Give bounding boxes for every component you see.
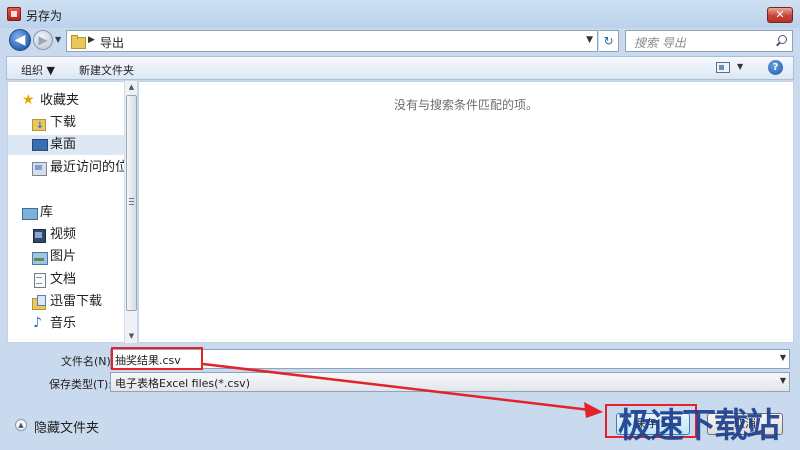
sidebar-item-libraries[interactable]: 库	[22, 203, 132, 223]
navigation-pane: ★ 收藏夹 下载 桌面 最近访问的位置 库 视频 图片 文档 迅雷下载 ♪ 音乐	[7, 81, 137, 343]
folder-icon	[32, 295, 46, 310]
file-list[interactable]: 没有与搜索条件匹配的项。	[138, 81, 794, 343]
filename-label: 文件名(N):	[61, 355, 115, 368]
sidebar-item-desktop[interactable]: 桌面	[8, 135, 126, 155]
collapse-icon[interactable]: ▲	[15, 419, 27, 431]
sidebar-item-downloads[interactable]: 下载	[30, 113, 132, 136]
sidebar-item-label: 视频	[50, 227, 77, 242]
sidebar-item-music[interactable]: ♪ 音乐	[30, 314, 132, 334]
filetype-dropdown-icon[interactable]: ▼	[780, 376, 786, 385]
hide-folders-button[interactable]: 隐藏文件夹	[34, 417, 99, 436]
organize-menu-button[interactable]: 组织 ▼	[21, 62, 55, 78]
filename-highlight-box	[111, 347, 203, 370]
sidebar-item-label: 迅雷下载	[50, 294, 103, 309]
sidebar-item-favorites[interactable]: ★ 收藏夹	[22, 91, 132, 111]
watermark: 极速下载站	[618, 406, 780, 446]
library-icon	[22, 206, 38, 220]
video-icon	[32, 228, 46, 243]
arrow-head	[584, 402, 603, 418]
search-icon[interactable]	[775, 35, 787, 47]
sidebar-item-label: 下载	[50, 115, 77, 130]
recent-locations-dropdown[interactable]: ▼	[55, 35, 64, 45]
close-button[interactable]: ✕	[767, 7, 793, 23]
refresh-button[interactable]: ↻	[599, 30, 619, 52]
sidebar-item-recent-places[interactable]: 最近访问的位置	[30, 158, 137, 178]
sidebar-item-xunlei-downloads[interactable]: 迅雷下载	[30, 292, 132, 312]
empty-state-message: 没有与搜索条件匹配的项。	[393, 98, 538, 112]
search-placeholder: 搜索 导出	[634, 36, 686, 50]
breadcrumb-current[interactable]: 导出	[100, 34, 124, 51]
document-icon	[32, 273, 46, 288]
sidebar-item-documents[interactable]: 文档	[30, 270, 132, 290]
sidebar-item-label: 图片	[50, 249, 77, 264]
sidebar-item-label: 收藏夹	[40, 93, 80, 108]
filetype-label: 保存类型(T):	[49, 378, 113, 391]
sidebar-item-label: 库	[40, 205, 54, 220]
scrollbar-thumb[interactable]	[126, 95, 137, 311]
navigation-scrollbar[interactable]: ▲ ▼	[124, 81, 137, 343]
command-bar: 组织 ▼ 新建文件夹 ▼ ?	[6, 56, 794, 80]
view-options-icon[interactable]	[716, 62, 730, 73]
sidebar-item-label: 音乐	[50, 316, 77, 331]
sidebar-item-label: 文档	[50, 272, 77, 287]
picture-icon	[32, 250, 48, 265]
folder-icon	[71, 34, 86, 49]
window-title: 另存为	[26, 9, 63, 23]
scroll-up-icon[interactable]: ▲	[126, 82, 137, 93]
recent-places-icon	[32, 161, 47, 176]
new-folder-button[interactable]: 新建文件夹	[79, 62, 134, 78]
filetype-value: 电子表格Excel files(*.csv)	[115, 377, 250, 390]
star-icon: ★	[22, 92, 35, 108]
desktop-icon	[32, 138, 48, 152]
filetype-select[interactable]: 电子表格Excel files(*.csv) ▼	[110, 372, 790, 392]
scroll-down-icon[interactable]: ▼	[126, 331, 137, 342]
address-dropdown-icon[interactable]: ▼	[586, 35, 593, 45]
view-dropdown-icon[interactable]: ▼	[737, 62, 743, 71]
navigation-bar: ◀ ▶ ▼ ▶ 导出 ▼ ↻ 搜索 导出	[0, 28, 800, 54]
search-input[interactable]: 搜索 导出	[625, 30, 793, 52]
sidebar-item-videos[interactable]: 视频	[30, 225, 132, 245]
filename-field[interactable]: 抽奖结果.csv ▼	[110, 349, 790, 369]
sidebar-item-pictures[interactable]: 图片	[30, 247, 132, 267]
breadcrumb-separator-icon[interactable]: ▶	[88, 35, 95, 45]
filename-dropdown-icon[interactable]: ▼	[780, 353, 786, 362]
app-icon	[7, 7, 21, 21]
title-bar: 另存为 ✕	[0, 0, 800, 28]
back-button[interactable]: ◀	[9, 29, 31, 51]
grip-icon	[129, 198, 134, 205]
download-folder-icon	[32, 116, 46, 136]
forward-button[interactable]: ▶	[33, 30, 53, 50]
sidebar-item-label: 桌面	[50, 137, 77, 152]
address-bar[interactable]: ▶ 导出 ▼	[66, 30, 598, 52]
music-icon: ♪	[33, 315, 42, 331]
help-button[interactable]: ?	[768, 60, 783, 75]
